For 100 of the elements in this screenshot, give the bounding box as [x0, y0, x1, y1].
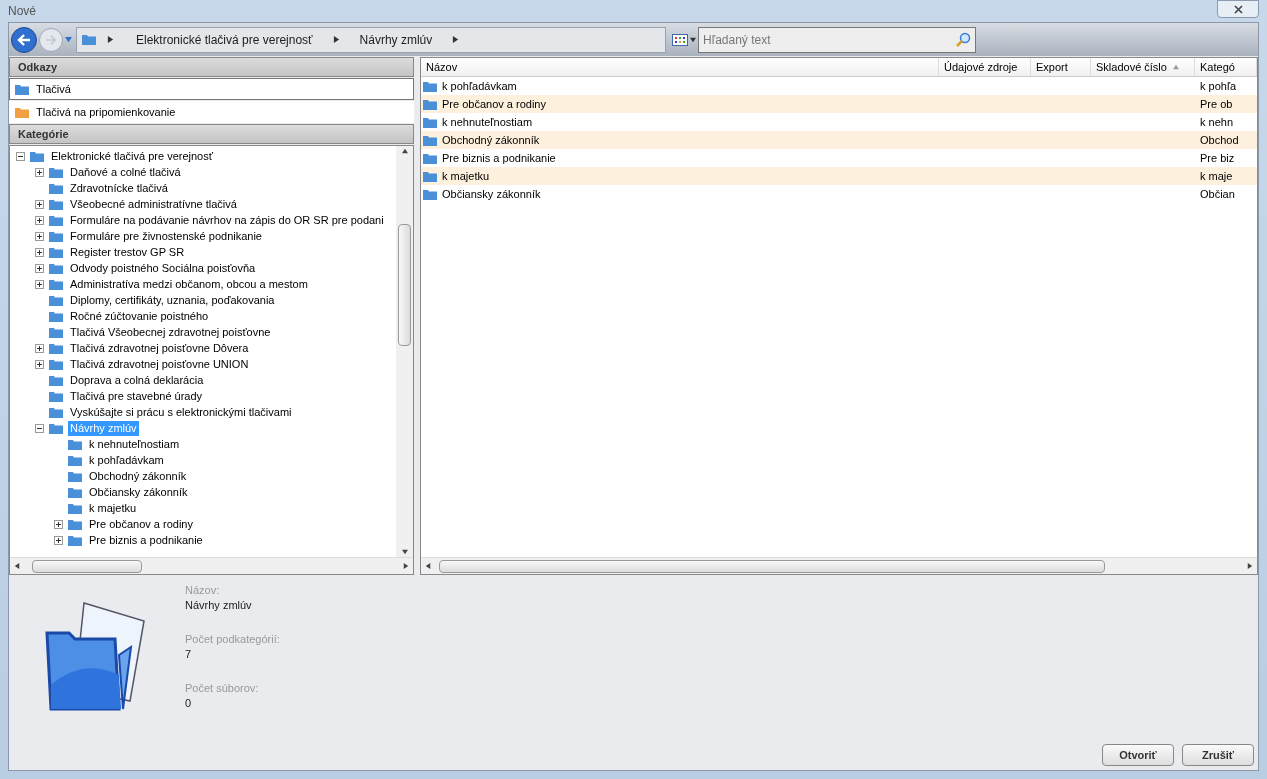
tree-item[interactable]: Register trestov GP SR — [10, 244, 187, 260]
expand-icon[interactable] — [35, 231, 44, 241]
folder-icon — [48, 229, 64, 243]
tree-item[interactable]: Tlačivá pre stavebné úrady — [10, 388, 205, 404]
scrollbar-thumb[interactable] — [439, 559, 1105, 573]
folder-icon — [422, 151, 438, 165]
tree-label: Pre biznis a podnikanie — [88, 532, 204, 548]
expand-icon[interactable] — [54, 519, 63, 529]
column-header[interactable]: Kategó — [1195, 58, 1257, 76]
column-header[interactable]: Údajové zdroje — [939, 58, 1031, 76]
tree-label: Tlačivá pre stavebné úrady — [69, 388, 204, 404]
expand-icon[interactable] — [35, 343, 44, 353]
expand-icon[interactable] — [35, 279, 44, 289]
tree-item[interactable]: Tlačivá zdravotnej poisťovne Dôvera — [10, 340, 251, 356]
sort-icon[interactable] — [1172, 64, 1179, 70]
file-name: k nehnuteľnostiam — [442, 114, 533, 130]
scroll-right-icon[interactable] — [403, 563, 409, 569]
tree-item[interactable]: Diplomy, certifikáty, uznania, poďakovania — [10, 292, 277, 308]
column-header[interactable]: Export — [1031, 58, 1091, 76]
tree-label: Obchodný zákonník — [88, 468, 188, 484]
expand-icon[interactable] — [35, 247, 44, 257]
column-header[interactable]: Skladové číslo — [1091, 58, 1195, 76]
chevron-icon[interactable] — [452, 36, 460, 43]
tree-item[interactable]: Pre občanov a rodiny — [10, 516, 195, 532]
list-row[interactable]: Pre občanov a rodiny Pre ob — [421, 95, 1257, 113]
expand-icon[interactable] — [35, 263, 44, 273]
scroll-down-icon[interactable] — [401, 549, 408, 555]
folder-icon — [81, 33, 97, 46]
breadcrumb-item[interactable]: Elektronické tlačivá pre verejnosť — [136, 30, 313, 49]
tree-label: k nehnuteľnostiam — [88, 436, 181, 452]
tree-item[interactable]: Obchodný zákonník — [10, 468, 189, 484]
tree-item[interactable]: Daňové a colné tlačivá — [10, 164, 183, 180]
tree-item[interactable]: Formuláre pre živnostenské podnikanie — [10, 228, 264, 244]
tree-item[interactable]: Elektronické tlačivá pre verejnosť — [10, 148, 215, 164]
tree-item[interactable]: Odvody poistného Sociálna poisťovňa — [10, 260, 258, 276]
view-options-icon[interactable] — [672, 33, 688, 46]
tree-item[interactable]: Administratíva medzi občanom, obcou a mestom — [10, 276, 310, 292]
chevron-icon[interactable] — [107, 36, 114, 43]
close-button[interactable] — [1217, 0, 1259, 18]
folder-icon — [48, 421, 64, 435]
dropdown-icon[interactable] — [690, 36, 696, 43]
folder-icon — [422, 79, 438, 93]
scroll-left-icon[interactable] — [14, 563, 20, 569]
tree-item[interactable]: Pre biznis a podnikanie — [10, 532, 205, 548]
tree-item[interactable]: Doprava a colná deklarácia — [10, 372, 206, 388]
scroll-up-icon[interactable] — [401, 148, 408, 154]
tree-item[interactable]: Formuláre na podávanie návrhov na zápis do OR SR pre podani — [10, 212, 386, 228]
breadcrumb-item[interactable]: Návrhy zmlúv — [359, 30, 433, 49]
tree-label: Pre občanov a rodiny — [88, 516, 194, 532]
expand-icon[interactable] — [54, 535, 63, 545]
expand-icon[interactable] — [35, 199, 44, 209]
tree-item[interactable]: Občiansky zákonník — [10, 484, 190, 500]
tree-item[interactable]: k nehnuteľnostiam — [10, 436, 182, 452]
tree-label: Formuláre na podávanie návrhov na zápis do OR SR pre podani — [69, 212, 385, 228]
file-name: k pohľadávkam — [442, 78, 517, 94]
collapse-icon[interactable] — [35, 423, 44, 433]
folder-icon — [67, 533, 83, 547]
folder-icon — [48, 213, 64, 227]
scroll-left-icon[interactable] — [425, 563, 431, 569]
dialog-button[interactable]: Otvoriť — [1102, 744, 1174, 766]
detail-label: Počet súborov: — [185, 681, 260, 696]
list-row[interactable]: Obchodný zákonník Obchod — [421, 131, 1257, 149]
tree-item[interactable]: Všeobecné administratívne tlačivá — [10, 196, 239, 212]
vertical-scrollbar[interactable] — [396, 146, 413, 557]
address-bar[interactable]: Elektronické tlačivá pre verejnosť Návrhy zmlúv — [76, 26, 666, 53]
horizontal-scrollbar[interactable] — [421, 557, 1257, 574]
chevron-icon[interactable] — [332, 36, 340, 43]
tree-item[interactable]: Tlačivá zdravotnej poisťovne UNION — [10, 356, 251, 372]
tree-item[interactable]: Vyskúšajte si prácu s elektronickými tlačivami — [10, 404, 294, 420]
table-cell-text: k pohľa — [1199, 78, 1238, 94]
scrollbar-thumb[interactable] — [32, 559, 142, 573]
search-field[interactable]: Hľadaný text — [698, 26, 976, 53]
back-button[interactable] — [11, 26, 37, 53]
file-name: Pre biznis a podnikanie — [442, 150, 556, 166]
folder-icon — [422, 187, 438, 201]
tree-item[interactable]: k pohľadávkam — [10, 452, 166, 468]
dialog-button[interactable]: Zrušiť — [1182, 744, 1254, 766]
tree-item[interactable]: Zdravotnícke tlačivá — [10, 180, 170, 196]
expand-icon[interactable] — [35, 215, 44, 225]
tree-item[interactable]: Ročné zúčtovanie poistného — [10, 308, 211, 324]
list-row[interactable]: k majetku k maje — [421, 167, 1257, 185]
tree-label: Doprava a colná deklarácia — [69, 372, 205, 388]
expand-icon[interactable] — [35, 167, 44, 177]
tree-item[interactable]: k majetku — [10, 500, 139, 516]
table-cell-text: k nehn — [1199, 114, 1235, 130]
column-header[interactable]: Názov — [421, 58, 939, 76]
tree-label: Zdravotnícke tlačivá — [69, 180, 169, 196]
link-item[interactable]: Tlačivá — [9, 78, 414, 100]
detail-label: Názov: — [185, 583, 221, 598]
expand-icon[interactable] — [35, 359, 44, 369]
table-cell-text: Pre biz — [1199, 150, 1236, 166]
collapse-icon[interactable] — [16, 151, 25, 161]
tree-item[interactable]: Tlačivá Všeobecnej zdravotnej poisťovne — [10, 324, 273, 340]
scrollbar-thumb[interactable] — [398, 224, 411, 346]
tree-label: Odvody poistného Sociálna poisťovňa — [69, 260, 257, 276]
search-icon[interactable] — [955, 31, 971, 48]
scroll-right-icon[interactable] — [1247, 563, 1253, 569]
link-item[interactable]: Tlačivá na pripomienkovanie — [9, 101, 414, 123]
horizontal-scrollbar[interactable] — [10, 557, 413, 574]
folder-icon — [48, 325, 64, 339]
